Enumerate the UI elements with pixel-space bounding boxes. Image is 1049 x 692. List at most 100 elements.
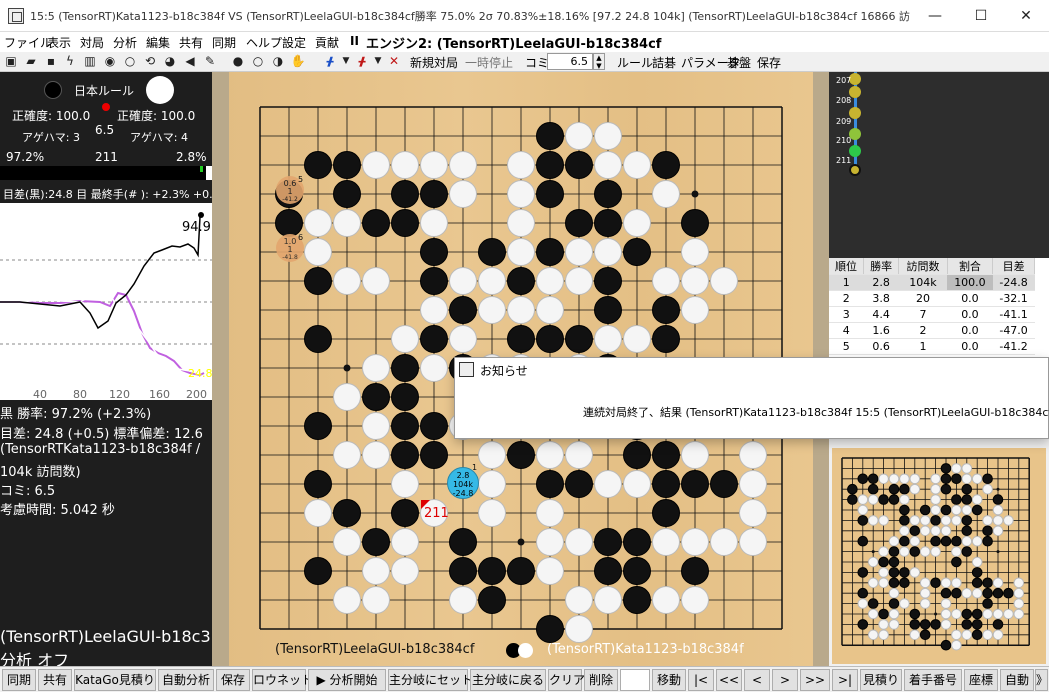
col-visits[interactable]: 訪問数 — [898, 258, 948, 275]
back10-button[interactable]: << — [716, 669, 742, 691]
cycle-icon[interactable]: ⟲ — [142, 53, 158, 70]
minimize-button[interactable]: — — [912, 0, 958, 32]
menu-contribute[interactable]: 貢献 — [315, 34, 339, 51]
new-window-icon[interactable]: ▣ — [3, 53, 19, 70]
red-x-icon[interactable]: ✕ — [386, 53, 402, 70]
black-player-name: (TensorRT)LeelaGUI-b18c384cf — [275, 642, 475, 657]
power-icon[interactable]: ◉ — [102, 53, 118, 70]
dropdown-icon[interactable]: ▼ — [370, 53, 386, 70]
blue-marker-icon[interactable]: ᚋ — [322, 53, 338, 70]
lownet-button[interactable]: ロウネット — [252, 669, 313, 691]
menu-sync[interactable]: 同期 — [212, 34, 236, 51]
white-stone — [867, 608, 879, 620]
white-stone — [878, 629, 889, 641]
white-stone — [982, 515, 993, 526]
table-row[interactable]: 3 4.4 7 0.0 -41.1 — [829, 306, 1035, 323]
white-stone — [867, 577, 879, 589]
white-stone-icon[interactable]: ○ — [250, 53, 266, 70]
next-button[interactable]: > — [772, 669, 798, 691]
pause-game-button[interactable]: 一時停止 — [465, 54, 513, 71]
clear-button[interactable]: クリア — [548, 669, 585, 691]
problem-button[interactable]: 詰碁 — [652, 54, 676, 71]
black-stone — [420, 325, 448, 353]
engine-label[interactable]: エンジン2: (TensorRT)LeelaGUI-b18c384cf — [366, 33, 661, 52]
lightning-icon[interactable]: ϟ — [62, 53, 78, 70]
more-button[interactable]: 》 — [1035, 669, 1048, 691]
menu-help[interactable]: ヘルプ — [246, 34, 282, 51]
circle-icon[interactable]: ○ — [122, 53, 138, 70]
table-row[interactable]: 2 3.8 20 0.0 -32.1 — [829, 290, 1035, 307]
save-button[interactable]: 保存 — [216, 669, 250, 691]
red-marker-icon[interactable]: ᚋ — [354, 53, 370, 70]
col-winrate[interactable]: 勝率 — [863, 258, 900, 275]
menu-analysis[interactable]: 分析 — [113, 34, 137, 51]
cell: 1 — [898, 338, 948, 355]
black-stone — [652, 441, 680, 469]
back-main-branch-button[interactable]: 主分岐に戻る — [470, 669, 546, 691]
black-stone — [940, 535, 952, 547]
black-stone — [971, 567, 983, 578]
board-button[interactable]: 碁盤 — [727, 54, 751, 71]
back-icon[interactable]: ◀ — [182, 53, 198, 70]
komi-stepper[interactable]: ▲ ▼ — [593, 53, 605, 70]
black-stone — [940, 639, 952, 651]
menu-edit[interactable]: 編集 — [146, 34, 170, 51]
white-turn-icon — [518, 643, 533, 658]
col-score[interactable]: 目差 — [992, 258, 1035, 275]
black-stone — [930, 535, 941, 547]
katago-estimate-button[interactable]: KataGo見積り — [74, 669, 156, 691]
move-input[interactable] — [620, 669, 650, 691]
set-main-branch-button[interactable]: 主分岐にセット — [388, 669, 473, 691]
menu-game[interactable]: 対局 — [80, 34, 104, 51]
pause-icon[interactable]: II — [350, 34, 359, 48]
first-button[interactable]: |< — [688, 669, 714, 691]
save-button[interactable]: 保存 — [757, 54, 781, 71]
table-row[interactable]: 5 0.6 1 0.0 -41.2 — [829, 338, 1035, 355]
chart-icon[interactable]: ▥ — [82, 53, 98, 70]
notification-dialog[interactable]: お知らせ 連続対局終了、結果 (TensorRT)Kata1123-b18c38… — [454, 357, 1049, 439]
estimate-button[interactable]: 見積り — [860, 669, 902, 691]
dropdown-icon[interactable]: ▼ — [338, 53, 354, 70]
sync-button[interactable]: 同期 — [2, 669, 36, 691]
menu-settings[interactable]: 設定 — [282, 34, 306, 51]
prev-button[interactable]: < — [744, 669, 770, 691]
delete-button[interactable]: 削除 — [584, 669, 618, 691]
col-ratio[interactable]: 割合 — [947, 258, 994, 275]
share-button[interactable]: 共有 — [38, 669, 72, 691]
coordinates-button[interactable]: 座標 — [964, 669, 998, 691]
close-button[interactable]: ✕ — [1003, 0, 1049, 32]
save-icon[interactable]: ▪ — [43, 53, 59, 70]
black-stone — [391, 499, 419, 527]
variation-tree[interactable]: 207 208 209 210 211 — [829, 72, 1049, 258]
start-analysis-button[interactable]: ▶ 分析開始 — [308, 669, 386, 691]
hand-icon[interactable]: ✋ — [290, 53, 306, 70]
black-stone-icon[interactable]: ● — [230, 53, 246, 70]
goto-button[interactable]: 移動 — [652, 669, 686, 691]
auto-button[interactable]: 自動 — [1000, 669, 1034, 691]
pie-icon[interactable]: ◕ — [162, 53, 178, 70]
maximize-button[interactable]: ☐ — [958, 0, 1004, 32]
mixed-stone-icon[interactable]: ◑ — [270, 53, 286, 70]
new-game-button[interactable]: 新規対局 — [410, 54, 458, 71]
menu-share[interactable]: 共有 — [179, 34, 203, 51]
menu-file[interactable]: ファイル — [4, 34, 52, 51]
forward10-button[interactable]: >> — [800, 669, 830, 691]
last-button[interactable]: >| — [832, 669, 858, 691]
pen-icon[interactable]: ✎ — [202, 53, 218, 70]
black-stone — [565, 470, 593, 498]
black-stone — [478, 238, 506, 266]
menu-view[interactable]: 表示 — [47, 34, 71, 51]
mini-board-grid[interactable] — [832, 448, 1046, 664]
axis-tick: 80 — [73, 388, 87, 401]
black-stone — [1003, 587, 1014, 599]
col-rank[interactable]: 順位 — [829, 258, 865, 275]
auto-analysis-button[interactable]: 自動分析 — [158, 669, 214, 691]
black-stone — [992, 494, 1004, 505]
open-icon[interactable]: ▰ — [23, 53, 39, 70]
komi-input[interactable]: 6.5 — [547, 53, 593, 70]
move-number-button[interactable]: 着手番号 — [904, 669, 962, 691]
tree-node-current[interactable] — [849, 164, 861, 176]
table-row[interactable]: 4 1.6 2 0.0 -47.0 — [829, 322, 1035, 339]
table-row[interactable]: 1 2.8 104k 100.0 -24.8 — [829, 274, 1035, 291]
rule-button[interactable]: ルール — [617, 54, 653, 71]
